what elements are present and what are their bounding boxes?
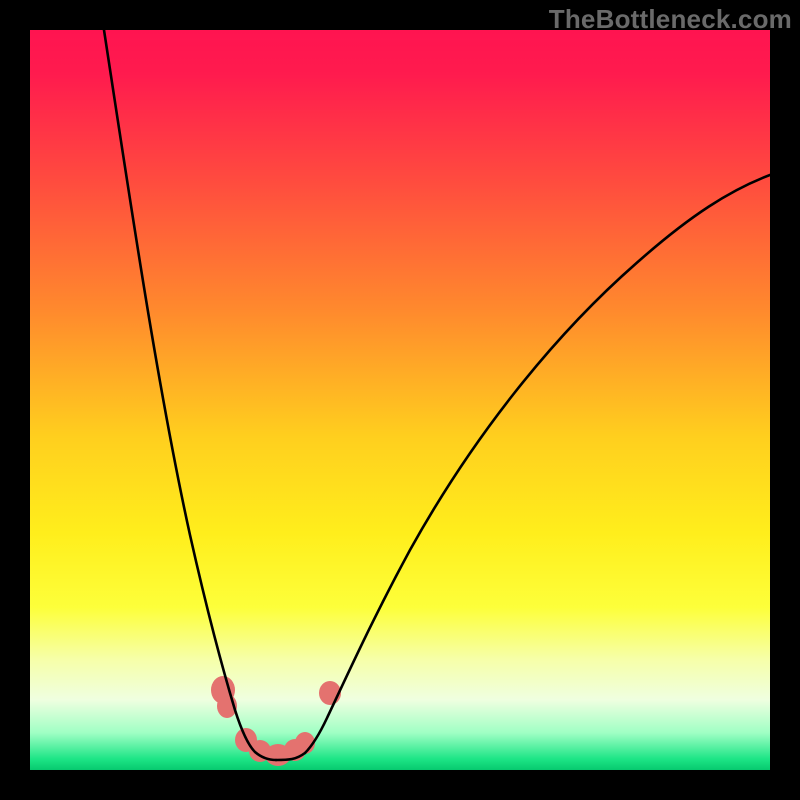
chart-curves bbox=[30, 30, 770, 770]
curve-left-curve bbox=[104, 30, 276, 760]
curve-right-curve bbox=[305, 175, 770, 753]
marker-layer bbox=[211, 676, 341, 766]
curve-layer bbox=[104, 30, 770, 760]
chart-frame bbox=[30, 30, 770, 770]
